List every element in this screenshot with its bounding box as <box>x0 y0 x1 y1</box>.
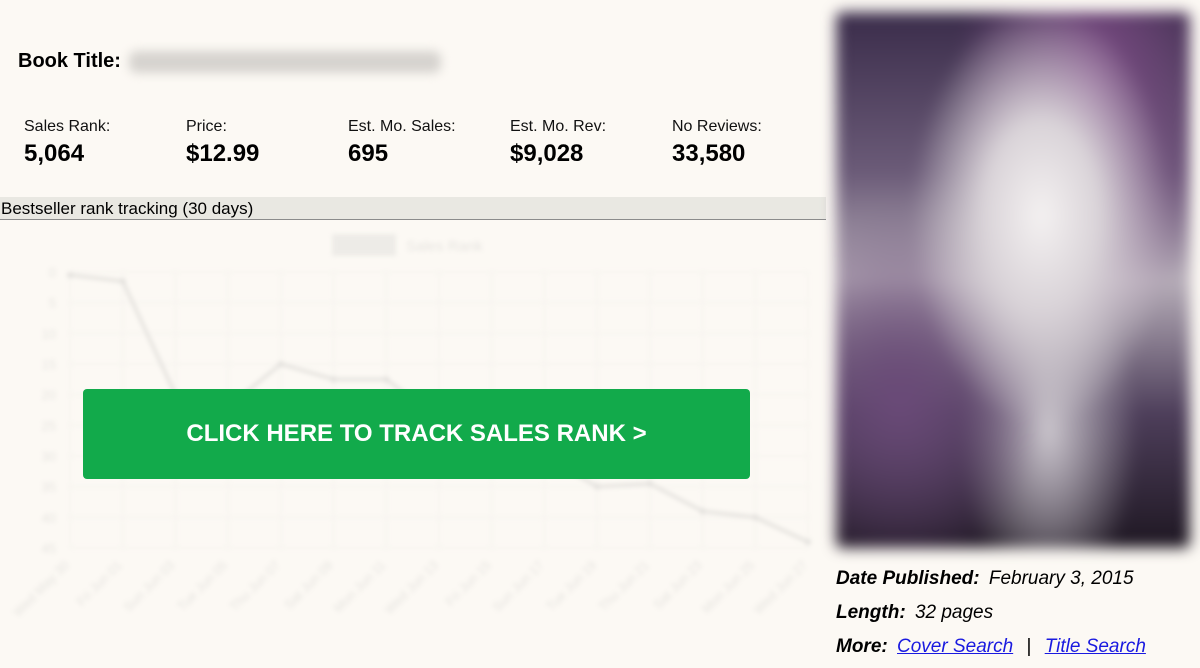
stat-label: Est. Mo. Rev: <box>510 118 607 135</box>
stat-value: 695 <box>348 140 389 167</box>
date-published-value: February 3, 2015 <box>988 568 1134 589</box>
more-row: More: Cover Search | Title Search <box>836 636 1196 658</box>
stat-label: No Reviews: <box>672 118 762 135</box>
tracking-heading: Bestseller rank tracking (30 days) <box>1 199 254 218</box>
stat-label: Sales Rank: <box>24 118 111 135</box>
book-title-redacted <box>128 50 441 73</box>
title-search-link[interactable]: Title Search <box>1045 636 1146 657</box>
x-tick-label: Sun Jun 17 <box>489 558 546 615</box>
x-tick-label: Sat Jun 09 <box>281 558 336 613</box>
y-tick-label: 20 <box>42 388 56 403</box>
stat-label: Est. Mo. Sales: <box>348 118 456 135</box>
y-tick-label: 40 <box>42 510 56 525</box>
cover-search-link[interactable]: Cover Search <box>897 636 1013 657</box>
y-tick-label: 30 <box>42 449 56 464</box>
more-label: More: <box>836 636 888 657</box>
stat-est-mo-rev: Est. Mo. Rev: $9,028 <box>510 118 606 168</box>
x-tick-label: Sun Jun 03 <box>120 558 177 615</box>
y-tick-label: 0 <box>49 265 56 280</box>
x-tick-label: Wed Jun 27 <box>751 558 810 617</box>
x-tick-label: Tue Jun 19 <box>543 558 599 614</box>
link-separator: | <box>1026 636 1032 657</box>
legend-swatch <box>332 234 396 256</box>
x-tick-label: Tue Jun 05 <box>174 558 230 614</box>
sales-rank-point <box>330 376 337 383</box>
stat-est-mo-sales: Est. Mo. Sales: 695 <box>348 118 456 168</box>
y-tick-label: 35 <box>42 480 56 495</box>
sales-rank-point <box>383 376 390 383</box>
sales-rank-point <box>277 361 284 367</box>
x-tick-label: Wed Jun 13 <box>382 558 441 617</box>
book-details: Date Published: February 3, 2015 Length:… <box>836 568 1196 668</box>
x-tick-label: Fri Jun 15 <box>442 558 493 609</box>
y-tick-label: 15 <box>42 357 56 372</box>
x-tick-label: Thu Jun 21 <box>595 558 652 615</box>
length-row: Length: 32 pages <box>836 602 1196 624</box>
y-tick-label: 45 <box>42 541 56 556</box>
y-tick-label: 5 <box>49 296 56 311</box>
sales-rank-point <box>119 278 126 285</box>
length-label: Length: <box>836 602 906 623</box>
book-cover-image <box>836 12 1190 548</box>
legend-label: Sales Rank <box>406 238 483 255</box>
x-tick-label: Wed May 30 <box>10 558 72 620</box>
sales-rank-point <box>594 483 601 490</box>
sales-rank-point <box>699 508 706 515</box>
stat-value: $12.99 <box>186 140 260 167</box>
sales-rank-point <box>67 272 73 279</box>
stat-label: Price: <box>186 118 227 135</box>
book-title-row: Book Title: <box>18 50 441 73</box>
date-published-label: Date Published: <box>836 568 980 589</box>
x-tick-label: Mon Jun 25 <box>699 558 758 617</box>
stat-no-reviews: No Reviews: 33,580 <box>672 118 762 168</box>
stat-value: 5,064 <box>24 140 85 167</box>
book-title-label: Book Title: <box>18 50 121 72</box>
y-tick-label: 10 <box>42 326 56 341</box>
stat-value: $9,028 <box>510 140 584 167</box>
stat-price: Price: $12.99 <box>186 118 259 168</box>
date-published-row: Date Published: February 3, 2015 <box>836 568 1196 590</box>
length-value: 32 pages <box>914 602 994 623</box>
x-tick-label: Sat Jun 23 <box>650 558 705 613</box>
sales-rank-point <box>805 538 811 545</box>
track-sales-rank-button[interactable]: CLICK HERE TO TRACK SALES RANK > <box>83 389 750 479</box>
x-tick-label: Fri Jun 01 <box>73 558 124 609</box>
stat-value: 33,580 <box>672 140 746 167</box>
sales-rank-point <box>752 514 759 521</box>
sales-rank-point <box>646 480 653 487</box>
tracking-header: Bestseller rank tracking (30 days) <box>0 197 826 220</box>
x-tick-label: Thu Jun 07 <box>226 558 283 615</box>
stat-sales-rank: Sales Rank: 5,064 <box>24 118 110 168</box>
x-tick-label: Mon Jun 11 <box>330 558 388 616</box>
y-tick-label: 25 <box>42 418 56 433</box>
